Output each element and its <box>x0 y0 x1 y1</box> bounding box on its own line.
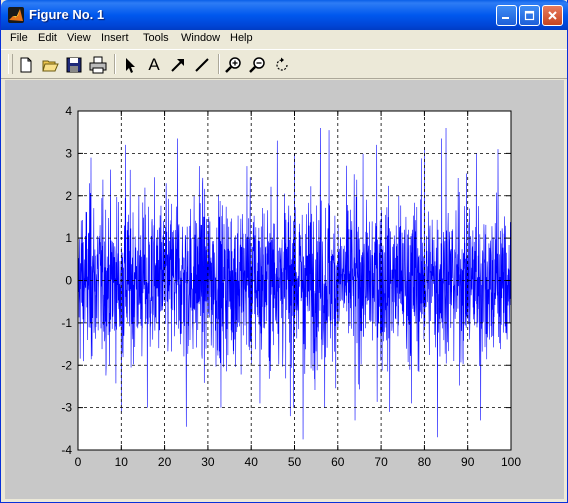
save-icon[interactable] <box>64 55 84 75</box>
menu-help[interactable]: Help <box>230 32 253 44</box>
figure-window: Figure No. 1 File Edit View Insert Tools… <box>0 0 568 503</box>
insert-text-icon[interactable]: A <box>144 55 164 75</box>
y-tick-label: -3 <box>61 401 72 415</box>
insert-arrow-icon[interactable] <box>168 55 188 75</box>
y-tick-label: -4 <box>61 443 72 457</box>
edit-plot-arrow-icon[interactable] <box>120 55 140 75</box>
matlab-logo-icon <box>8 7 24 23</box>
menu-view[interactable]: View <box>67 32 91 44</box>
new-figure-icon[interactable] <box>16 55 36 75</box>
open-file-icon[interactable] <box>40 55 60 75</box>
x-tick-label: 0 <box>75 455 82 469</box>
menu-tools[interactable]: Tools <box>143 32 169 44</box>
menu-insert[interactable]: Insert <box>101 32 129 44</box>
toolbar-separator <box>218 54 220 74</box>
figure-canvas[interactable]: 0 10 20 30 40 50 60 70 80 90 100 4 3 2 1 0 -1 -2 -3 -4 <box>5 80 564 499</box>
title-bar[interactable]: Figure No. 1 <box>1 0 568 30</box>
menu-bar: File Edit View Insert Tools Window Help <box>1 30 567 49</box>
x-tick-label: 40 <box>245 455 259 469</box>
maximize-button[interactable] <box>519 5 540 26</box>
x-tick-label: 30 <box>201 455 215 469</box>
menu-edit[interactable]: Edit <box>38 32 57 44</box>
maximize-icon <box>524 10 535 21</box>
print-icon[interactable] <box>88 55 108 75</box>
y-tick-label: -1 <box>61 316 72 330</box>
y-tick-label: 0 <box>65 274 72 288</box>
window-title: Figure No. 1 <box>29 7 105 22</box>
menu-file[interactable]: File <box>10 32 28 44</box>
x-tick-label: 70 <box>374 455 388 469</box>
toolbar-separator <box>114 54 116 74</box>
x-tick-label: 100 <box>501 455 521 469</box>
plot-axes[interactable]: 0 10 20 30 40 50 60 70 80 90 10043210-1-2-3-4 <box>5 80 564 499</box>
x-tick-label: 60 <box>331 455 345 469</box>
y-tick-label: 4 <box>65 104 72 118</box>
minimize-button[interactable] <box>496 5 517 26</box>
x-tick-label: 80 <box>418 455 432 469</box>
minimize-icon <box>502 17 509 19</box>
x-tick-label: 20 <box>158 455 172 469</box>
x-tick-label: 90 <box>461 455 475 469</box>
menu-window[interactable]: Window <box>181 32 220 44</box>
close-icon <box>548 11 557 20</box>
figure-toolbar: A <box>1 49 567 79</box>
zoom-out-icon[interactable] <box>248 55 268 75</box>
close-button[interactable] <box>542 5 563 26</box>
y-tick-label: -2 <box>61 358 72 372</box>
zoom-in-icon[interactable] <box>224 55 244 75</box>
insert-line-icon[interactable] <box>192 55 212 75</box>
rotate-3d-icon[interactable] <box>272 55 292 75</box>
toolbar-grip[interactable] <box>8 54 13 74</box>
y-tick-label: 1 <box>65 231 72 245</box>
y-tick-label: 2 <box>65 189 72 203</box>
y-tick-label: 3 <box>65 146 72 160</box>
x-tick-label: 10 <box>115 455 129 469</box>
x-tick-label: 50 <box>288 455 302 469</box>
